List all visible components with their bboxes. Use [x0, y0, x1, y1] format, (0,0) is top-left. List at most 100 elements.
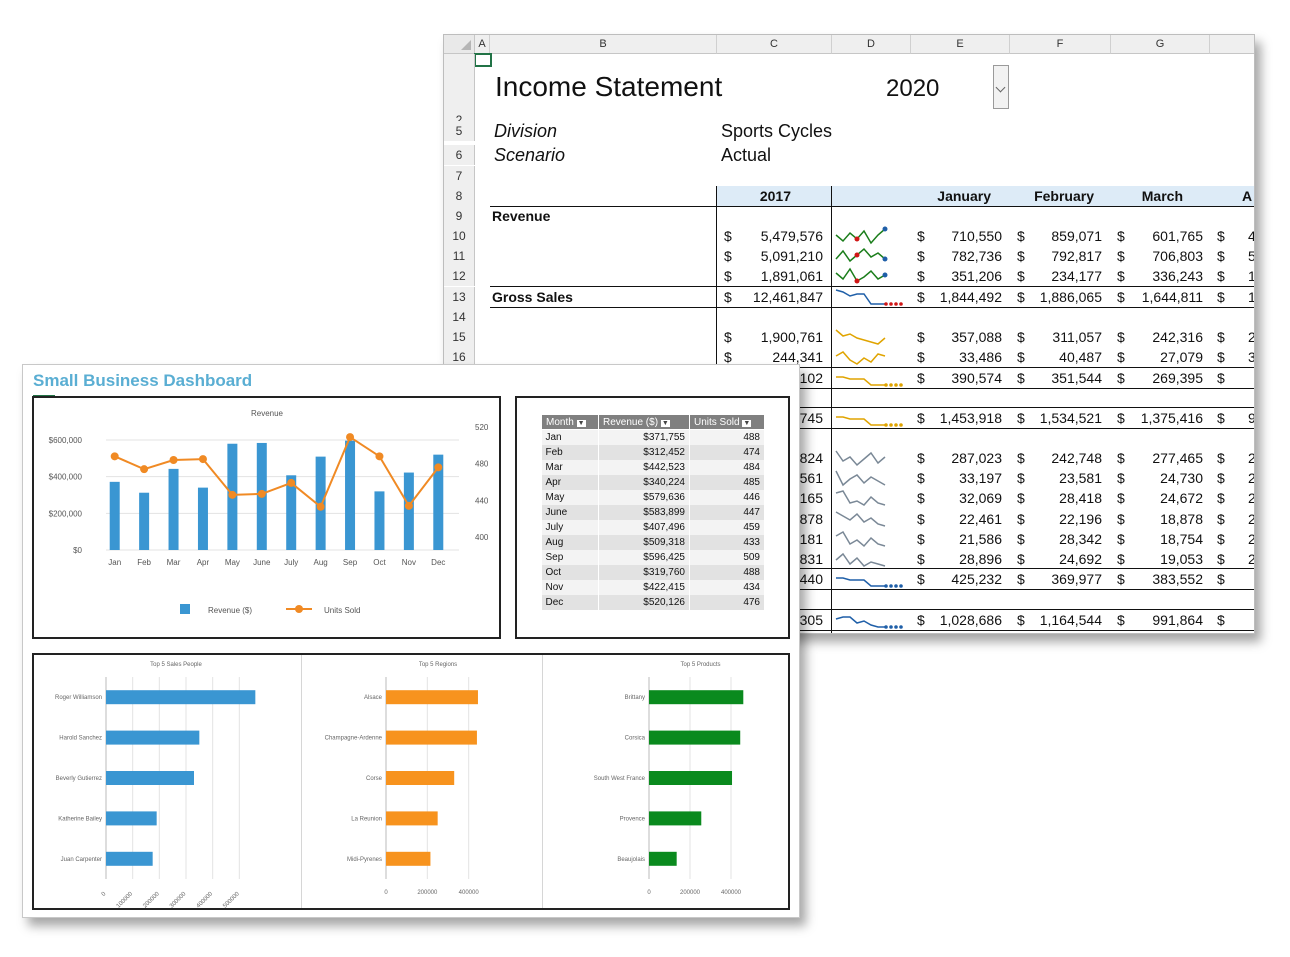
revenue-bar[interactable]: [374, 491, 385, 550]
table-row[interactable]: Sep $596,425 509: [541, 550, 765, 565]
filter-dropdown-icon[interactable]: ▼: [742, 419, 752, 427]
units-sold-point[interactable]: [375, 452, 384, 461]
revenue-column-header[interactable]: Revenue ($) ▼: [598, 414, 690, 430]
cell-apr[interactable]: 1: [1248, 266, 1254, 286]
cell-feb[interactable]: 24,692: [1010, 549, 1102, 569]
scenario-value[interactable]: Actual: [721, 145, 771, 165]
filter-dropdown-icon[interactable]: ▼: [660, 419, 670, 427]
cell-mar[interactable]: 706,803: [1111, 246, 1203, 266]
revenue-bar[interactable]: [345, 440, 356, 550]
cell-mar[interactable]: 1,644,811: [1111, 287, 1203, 307]
revenue-bar[interactable]: [403, 472, 414, 550]
row-header[interactable]: 9: [444, 206, 475, 226]
units-sold-point[interactable]: [346, 433, 355, 442]
cell-total[interactable]: 1,891,061: [717, 266, 823, 286]
bar[interactable]: [106, 690, 256, 705]
cell-feb[interactable]: 23,581: [1010, 468, 1102, 488]
division-value[interactable]: Sports Cycles: [721, 121, 832, 141]
cell-jan[interactable]: 390,574: [911, 368, 1002, 388]
units-sold-point[interactable]: [257, 489, 266, 498]
month-column-header[interactable]: Month ▼: [541, 414, 599, 430]
cell-feb[interactable]: 234,177: [1010, 266, 1102, 286]
revenue-bar[interactable]: [168, 468, 179, 550]
revenue-bar[interactable]: [139, 492, 150, 550]
cell-feb[interactable]: 28,342: [1010, 529, 1102, 549]
cell-mar[interactable]: 18,878: [1111, 509, 1203, 529]
cell-feb[interactable]: 28,418: [1010, 488, 1102, 508]
top-sales-people-chart[interactable]: Top 5 Sales People 0 100000 200000 300000 400…: [34, 655, 300, 908]
row-header[interactable]: 5: [444, 121, 475, 141]
cell-feb[interactable]: 22,196: [1010, 509, 1102, 529]
cell-feb[interactable]: 1,534,521: [1010, 408, 1102, 428]
table-row[interactable]: Dec $520,126 476: [541, 595, 765, 610]
row-header[interactable]: 2: [444, 54, 475, 131]
cell-jan[interactable]: 32,069: [911, 488, 1002, 508]
cell-jan[interactable]: 1,844,492: [911, 287, 1002, 307]
table-row[interactable]: Feb $312,452 474: [541, 445, 765, 460]
cell-apr[interactable]: 3: [1248, 347, 1254, 367]
cell-feb[interactable]: 351,544: [1010, 368, 1102, 388]
cell-mar[interactable]: 601,765: [1111, 226, 1203, 246]
bar[interactable]: [649, 771, 733, 785]
filter-dropdown-icon[interactable]: ▼: [576, 419, 586, 427]
cell-apr[interactable]: 4: [1248, 226, 1254, 246]
year-selector-value[interactable]: 2020: [886, 75, 939, 103]
cell-mar[interactable]: 24,672: [1111, 488, 1203, 508]
bar[interactable]: [106, 771, 194, 785]
units-sold-point[interactable]: [169, 456, 178, 464]
cell-total[interactable]: 5,091,210: [717, 246, 823, 266]
cell-jan[interactable]: 1,453,918: [911, 408, 1002, 428]
row-header[interactable]: 10: [444, 226, 475, 246]
row-header[interactable]: 12: [444, 266, 475, 286]
cell-jan[interactable]: 782,736: [911, 246, 1002, 266]
top-regions-chart[interactable]: Top 5 Regions 0 200000 400000 Alsace Champagn…: [302, 655, 542, 908]
bar[interactable]: [386, 690, 478, 705]
cell-mar[interactable]: 18,754: [1111, 529, 1203, 549]
column-header-a[interactable]: A: [475, 35, 490, 54]
cell-jan[interactable]: 21,586: [911, 529, 1002, 549]
bar[interactable]: [106, 811, 157, 826]
bar[interactable]: [106, 851, 153, 866]
cell-apr[interactable]: 2: [1248, 529, 1254, 549]
cell-mar[interactable]: 1,375,416: [1111, 408, 1203, 428]
cell-jan[interactable]: 287,023: [911, 448, 1002, 468]
table-row[interactable]: June $583,899 447: [541, 505, 765, 520]
table-row[interactable]: Oct $319,760 488: [541, 565, 765, 580]
cell-apr[interactable]: 2: [1248, 327, 1254, 347]
cell-mar[interactable]: 277,465: [1111, 448, 1203, 468]
bar[interactable]: [649, 851, 677, 866]
column-header-b[interactable]: B: [490, 35, 717, 54]
cell-mar[interactable]: 19,053: [1111, 549, 1203, 569]
cell-total[interactable]: 1,900,761: [717, 327, 823, 347]
bar[interactable]: [386, 730, 477, 745]
table-row[interactable]: May $579,636 446: [541, 490, 765, 505]
cell-feb[interactable]: 40,487: [1010, 347, 1102, 367]
units-sold-point[interactable]: [316, 502, 325, 511]
cell-mar[interactable]: 27,079: [1111, 347, 1203, 367]
units-sold-point[interactable]: [434, 463, 443, 472]
cell-apr[interactable]: 2: [1248, 448, 1254, 468]
cell-apr[interactable]: 1,: [1248, 287, 1254, 307]
table-row[interactable]: Apr $340,224 485: [541, 475, 765, 490]
cell-apr[interactable]: 2: [1248, 549, 1254, 569]
top-products-chart[interactable]: Top 5 Products 0 200000 400000 Brittany Corsi…: [543, 655, 787, 908]
cell-mar[interactable]: 991,864: [1111, 610, 1203, 630]
cell-mar[interactable]: 383,552: [1111, 569, 1203, 589]
cell-apr[interactable]: 5: [1248, 246, 1254, 266]
row-header[interactable]: 8: [444, 186, 475, 206]
revenue-bar[interactable]: [197, 487, 208, 550]
cell-feb[interactable]: 311,057: [1010, 327, 1102, 347]
bar[interactable]: [649, 730, 741, 745]
cell-feb[interactable]: 242,748: [1010, 448, 1102, 468]
table-row[interactable]: Jan $371,755 488: [541, 429, 765, 445]
cell-jan[interactable]: 425,232: [911, 569, 1002, 589]
cell-jan[interactable]: 351,206: [911, 266, 1002, 286]
cell-mar[interactable]: 269,395: [1111, 368, 1203, 388]
cell-feb[interactable]: 792,817: [1010, 246, 1102, 266]
table-row[interactable]: Nov $422,415 434: [541, 580, 765, 595]
cell-apr[interactable]: 9: [1248, 408, 1254, 428]
units-sold-point[interactable]: [404, 501, 413, 510]
cell-feb[interactable]: 1,886,065: [1010, 287, 1102, 307]
cell-feb[interactable]: 859,071: [1010, 226, 1102, 246]
revenue-bar[interactable]: [109, 481, 120, 550]
